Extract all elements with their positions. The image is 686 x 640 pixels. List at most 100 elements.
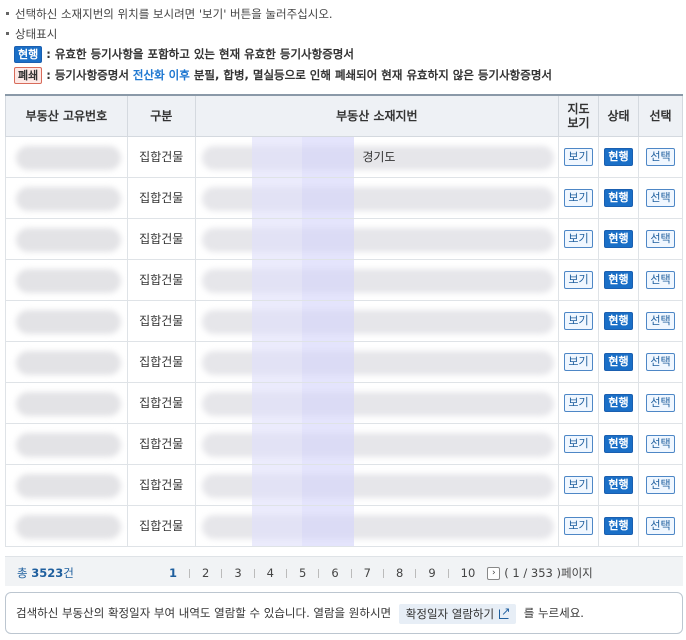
view-map-button[interactable]: 보기 — [564, 352, 593, 371]
property-id-cell — [5, 463, 128, 506]
type-cell: 집합건물 — [126, 381, 196, 424]
address-text: 경기도 — [362, 150, 396, 164]
page-link-7[interactable]: 7 — [360, 566, 375, 580]
select-cell: 선택 — [637, 176, 684, 219]
legend-current-desc: : 유효한 등기사항을 포함하고 있는 현재 유효한 등기사항증명서 — [46, 47, 354, 61]
select-button[interactable]: 선택 — [646, 516, 675, 535]
legend-closed-desc-post: 분필, 합병, 멸실등으로 인해 폐쇄되어 현재 유효하지 않은 등기사항증명서 — [189, 68, 552, 82]
page-separator — [253, 569, 255, 578]
page-separator — [382, 569, 384, 578]
redaction-band — [301, 342, 354, 381]
view-map-button[interactable]: 보기 — [564, 475, 593, 494]
type-cell: 집합건물 — [126, 258, 196, 301]
table-row: 집합건물 보기 현행 선택 — [5, 299, 684, 342]
table-row: 집합건물 보기 현행 선택 — [5, 422, 684, 465]
status-badge: 현행 — [604, 147, 633, 166]
closed-status-badge: 폐쇄 — [14, 67, 43, 84]
redacted-id — [16, 268, 121, 293]
redaction-band — [251, 178, 302, 217]
select-button[interactable]: 선택 — [646, 270, 675, 289]
page-link-1[interactable]: 1 — [165, 566, 181, 580]
address-cell — [194, 381, 560, 424]
map-cell: 보기 — [558, 381, 600, 424]
property-id-cell — [5, 135, 128, 178]
status-badge: 현행 — [604, 270, 633, 289]
redacted-id — [16, 350, 121, 375]
status-cell: 현행 — [598, 340, 639, 383]
map-cell: 보기 — [558, 504, 600, 547]
property-id-cell — [5, 176, 128, 219]
redaction-band — [251, 506, 302, 545]
type-cell: 집합건물 — [126, 135, 196, 178]
view-map-button[interactable]: 보기 — [564, 270, 593, 289]
total-number: 3523 — [31, 566, 64, 580]
address-cell — [194, 217, 560, 260]
view-map-button[interactable]: 보기 — [564, 147, 593, 166]
info-text-before: 검색하신 부동산의 확정일자 부여 내역도 열람할 수 있습니다. 열람을 원하… — [16, 606, 392, 620]
redaction-band — [251, 424, 302, 463]
page-separator — [221, 569, 223, 578]
page-separator — [415, 569, 417, 578]
select-button[interactable]: 선택 — [646, 475, 675, 494]
instructions: 선택하신 소재지번의 위치를 보시려면 '보기' 버튼을 눌러주십시오. 상태표… — [4, 4, 684, 86]
view-confirmation-date-button[interactable]: 확정일자 열람하기 — [398, 602, 517, 624]
select-cell: 선택 — [637, 135, 684, 178]
status-cell: 현행 — [598, 381, 639, 424]
redaction-band — [251, 137, 302, 176]
instruction-view: 선택하신 소재지번의 위치를 보시려면 '보기' 버튼을 눌러주십시오. — [4, 4, 684, 24]
chevron-right-icon[interactable]: › — [487, 567, 501, 580]
redaction-band — [301, 424, 354, 463]
header-type: 구분 — [126, 94, 196, 137]
type-cell: 집합건물 — [126, 217, 196, 260]
redacted-id — [16, 514, 121, 539]
page-links: 1 2 3 4 5 6 7 8 9 10 ›( 1 / 353 )페이지 — [165, 565, 593, 581]
select-button[interactable]: 선택 — [646, 229, 675, 248]
view-map-button[interactable]: 보기 — [564, 516, 593, 535]
table-row: 집합건물 보기 현행 선택 — [5, 381, 684, 424]
redacted-id — [16, 309, 121, 334]
select-button[interactable]: 선택 — [646, 393, 675, 412]
page-link-9[interactable]: 9 — [424, 566, 439, 580]
select-cell: 선택 — [637, 463, 684, 506]
page-separator — [286, 569, 287, 578]
status-cell: 현행 — [598, 258, 639, 301]
property-id-cell — [5, 258, 128, 301]
total-suffix: 건 — [63, 566, 74, 580]
select-button[interactable]: 선택 — [646, 311, 675, 330]
view-map-button[interactable]: 보기 — [564, 188, 593, 207]
map-cell: 보기 — [558, 463, 600, 506]
page-link-10[interactable]: 10 — [457, 566, 480, 580]
page-link-8[interactable]: 8 — [392, 566, 407, 580]
redacted-id — [16, 145, 121, 170]
table-row: 집합건물 보기 현행 선택 — [5, 340, 684, 383]
page-link-2[interactable]: 2 — [198, 566, 213, 580]
confirmation-date-info: 검색하신 부동산의 확정일자 부여 내역도 열람할 수 있습니다. 열람을 원하… — [5, 592, 683, 634]
view-map-button[interactable]: 보기 — [564, 434, 593, 453]
redacted-id — [16, 186, 121, 211]
redaction-band — [301, 301, 354, 340]
page-link-6[interactable]: 6 — [327, 566, 342, 580]
map-cell: 보기 — [558, 340, 600, 383]
select-button[interactable]: 선택 — [646, 352, 675, 371]
page-link-4[interactable]: 4 — [263, 566, 278, 580]
table-row: 집합건물 경기도 보기 현행 선택 — [5, 135, 684, 178]
header-status: 상태 — [598, 94, 639, 137]
select-button[interactable]: 선택 — [646, 188, 675, 207]
type-cell: 집합건물 — [126, 422, 196, 465]
select-button[interactable]: 선택 — [646, 147, 675, 166]
view-map-button[interactable]: 보기 — [564, 229, 593, 248]
select-cell: 선택 — [637, 299, 684, 342]
redaction-band — [251, 301, 302, 340]
header-property-id: 부동산 고유번호 — [5, 94, 128, 137]
page-link-3[interactable]: 3 — [230, 566, 245, 580]
page-link-5[interactable]: 5 — [295, 566, 310, 580]
legend-current: 현행: 유효한 등기사항을 포함하고 있는 현재 유효한 등기사항증명서 — [4, 44, 684, 65]
view-map-button[interactable]: 보기 — [564, 311, 593, 330]
status-badge: 현행 — [604, 434, 633, 453]
view-map-button[interactable]: 보기 — [564, 393, 593, 412]
redaction-band — [301, 137, 354, 176]
property-id-cell — [5, 299, 128, 342]
status-legend-title: 상태표시 — [4, 24, 684, 44]
table-body: 집합건물 경기도 보기 현행 선택 집합건물 보기 현행 선택 집합건물 보기 현행 선택 집합건물 보기 현… — [5, 135, 684, 547]
select-button[interactable]: 선택 — [646, 434, 675, 453]
